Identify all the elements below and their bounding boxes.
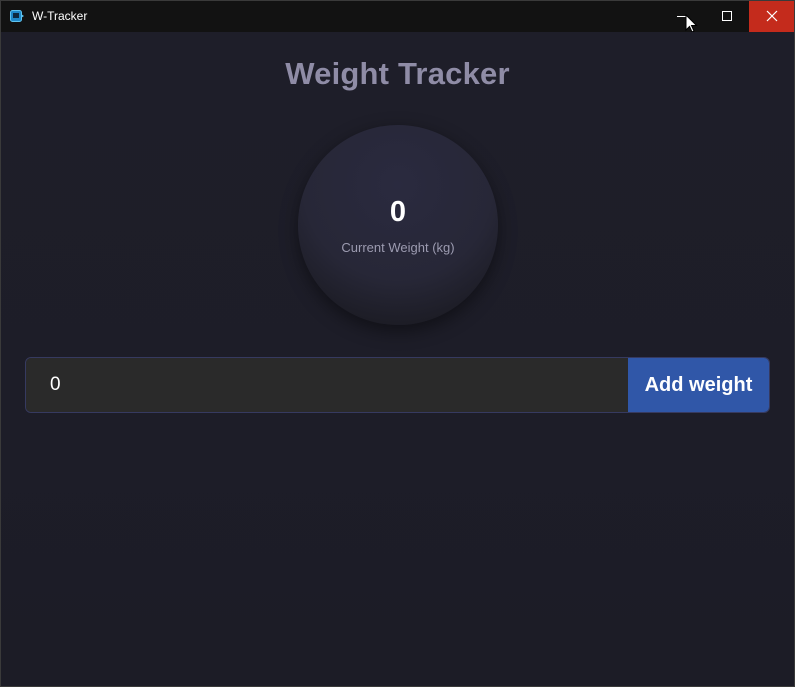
title-bar[interactable]: W-Tracker bbox=[1, 1, 794, 33]
current-weight-label: Current Weight (kg) bbox=[341, 240, 455, 255]
add-weight-form: Add weight bbox=[25, 357, 770, 413]
close-button[interactable] bbox=[749, 1, 794, 32]
close-icon bbox=[766, 10, 778, 22]
weight-input[interactable] bbox=[26, 358, 628, 412]
window-title: W-Tracker bbox=[32, 9, 88, 23]
page-title: Weight Tracker bbox=[285, 56, 510, 91]
maximize-icon bbox=[722, 11, 732, 21]
app-window: W-Tracker Weight Tracker 0 Current Weigh… bbox=[0, 0, 795, 687]
app-icon bbox=[10, 10, 25, 23]
main-content: Weight Tracker 0 Current Weight (kg) Add… bbox=[1, 32, 794, 686]
add-weight-button[interactable]: Add weight bbox=[628, 358, 769, 412]
current-weight-display: 0 Current Weight (kg) bbox=[298, 125, 498, 325]
current-weight-value: 0 bbox=[389, 196, 407, 228]
maximize-button[interactable] bbox=[705, 1, 749, 32]
